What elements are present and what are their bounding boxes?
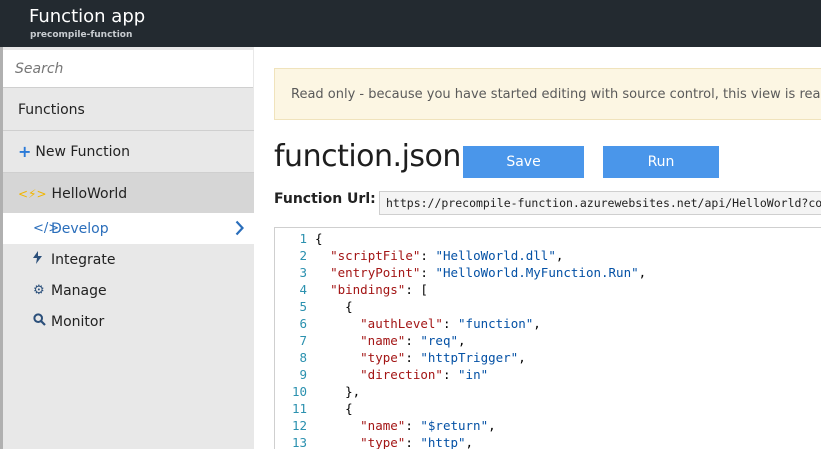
json-value: "httpTrigger" <box>420 350 519 365</box>
json-key: "direction" <box>360 367 443 382</box>
function-url-value: https://precompile-function.azurewebsite… <box>386 196 821 210</box>
gear-icon: ⚙ <box>33 283 45 298</box>
line-number: 13 <box>291 435 307 449</box>
sidebar-item-label: Manage <box>51 282 107 299</box>
code-text: "bindings": [ <box>330 282 428 297</box>
code-text: { <box>345 299 353 314</box>
code-text: "direction": "in" <box>360 367 489 382</box>
sidebar-item-functions[interactable]: Functions <box>3 89 254 131</box>
json-key: "authLevel" <box>360 316 443 331</box>
lightning-icon <box>33 251 51 268</box>
banner-text: Read only - because you have started edi… <box>291 87 821 102</box>
sidebar-item-develop[interactable]: </> Develop <box>3 213 254 244</box>
json-key: "type" <box>360 435 406 449</box>
sidebar-item-manage[interactable]: ⚙ Manage <box>3 275 254 306</box>
code-line: 7 "name": "req", <box>275 332 821 349</box>
code-editor[interactable]: 1{2 "scriptFile": "HelloWorld.dll", 3 "en… <box>274 227 821 449</box>
line-number: 6 <box>299 316 307 331</box>
code-line: 9 "direction": "in" <box>275 366 821 383</box>
code-text: "entryPoint": "HelloWorld.MyFunction.Run… <box>330 265 647 280</box>
code-text: "name": "$return", <box>360 418 496 433</box>
json-value: "$return" <box>420 418 489 433</box>
line-number: 10 <box>291 384 307 399</box>
code-icon: </> <box>33 221 60 236</box>
sidebar-item-integrate[interactable]: Integrate <box>3 244 254 275</box>
code-line: 11 { <box>275 400 821 417</box>
json-value: "HelloWorld.dll" <box>435 248 556 263</box>
new-function-button[interactable]: + New Function <box>3 131 254 173</box>
line-number: 12 <box>291 418 307 433</box>
line-number: 5 <box>299 299 307 314</box>
line-number: 9 <box>299 367 307 382</box>
search-icon <box>33 313 51 330</box>
sidebar-item-label: Monitor <box>51 313 105 330</box>
code-line: 10 }, <box>275 383 821 400</box>
search-input[interactable] <box>3 50 253 87</box>
code-text: "authLevel": "function", <box>360 316 541 331</box>
sidebar-item-label: HelloWorld <box>51 186 128 202</box>
chevron-right-icon <box>235 220 244 236</box>
json-value: "function" <box>458 316 534 331</box>
sidebar-item-monitor[interactable]: Monitor <box>3 306 254 337</box>
function-icon: <⚡> <box>18 187 47 201</box>
plus-icon: + <box>18 142 32 161</box>
json-key: "scriptFile" <box>330 248 421 263</box>
code-line: 3 "entryPoint": "HelloWorld.MyFunction.R… <box>275 264 821 281</box>
sidebar-item-label: Develop <box>51 220 109 237</box>
line-number: 2 <box>299 248 307 263</box>
json-key: "name" <box>360 418 406 433</box>
json-value: "in" <box>458 367 489 382</box>
code-line: 2 "scriptFile": "HelloWorld.dll", <box>275 247 821 264</box>
code-text: "type": "http", <box>360 435 474 449</box>
code-line: 13 "type": "http", <box>275 434 821 449</box>
json-key: "bindings" <box>330 282 406 297</box>
code-line: 6 "authLevel": "function", <box>275 315 821 332</box>
json-value: "req" <box>420 333 459 348</box>
line-number: 7 <box>299 333 307 348</box>
code-text: "type": "httpTrigger", <box>360 350 526 365</box>
function-url-field[interactable]: https://precompile-function.azurewebsite… <box>379 191 821 215</box>
json-key: "entryPoint" <box>330 265 421 280</box>
function-subnav: </> Develop Integrate ⚙ Manage Monitor <box>3 213 254 337</box>
app-header: Function app precompile-function <box>0 0 821 47</box>
app-title: Function app <box>29 6 146 27</box>
line-number: 11 <box>291 401 307 416</box>
code-text: { <box>315 231 323 246</box>
line-number: 8 <box>299 350 307 365</box>
run-button[interactable]: Run <box>603 146 719 178</box>
code-line: 1{ <box>275 230 821 247</box>
code-line: 5 { <box>275 298 821 315</box>
json-value: "HelloWorld.MyFunction.Run" <box>435 265 639 280</box>
sidebar-item-label: Integrate <box>51 251 116 268</box>
app-subtitle: precompile-function <box>30 30 133 40</box>
code-line: 12 "name": "$return", <box>275 417 821 434</box>
line-number: 1 <box>299 231 307 246</box>
line-number: 3 <box>299 265 307 280</box>
code-text: }, <box>345 384 361 399</box>
read-only-banner: Read only - because you have started edi… <box>274 68 821 120</box>
search-box[interactable] <box>3 50 253 88</box>
line-number: 4 <box>299 282 307 297</box>
json-key: "type" <box>360 350 406 365</box>
function-url-label: Function Url: <box>274 191 376 207</box>
code-text: "scriptFile": "HelloWorld.dll", <box>330 248 564 263</box>
code-line: 4 "bindings": [ <box>275 281 821 298</box>
sidebar-item-label: Functions <box>18 101 85 118</box>
json-value: "http" <box>420 435 466 449</box>
code-line: 8 "type": "httpTrigger", <box>275 349 821 366</box>
code-text: { <box>345 401 353 416</box>
page-title: function.json <box>274 139 461 174</box>
sidebar-item-label: New Function <box>35 143 130 160</box>
sidebar-item-helloworld[interactable]: <⚡> HelloWorld <box>3 173 254 215</box>
code-text: "name": "req", <box>360 333 466 348</box>
save-button[interactable]: Save <box>463 146 584 178</box>
json-key: "name" <box>360 333 406 348</box>
